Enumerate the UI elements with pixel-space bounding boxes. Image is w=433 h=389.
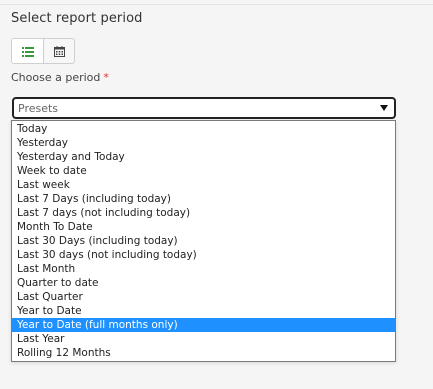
- dropdown-option[interactable]: Yesterday: [12, 136, 395, 150]
- dropdown-option[interactable]: Last week: [12, 178, 395, 192]
- dropdown-option[interactable]: Year to Date (full months only): [12, 318, 395, 332]
- dropdown-option[interactable]: Yesterday and Today: [12, 150, 395, 164]
- list-icon: [21, 42, 34, 61]
- report-period-panel: Select report period Choose a period * P…: [0, 0, 433, 389]
- dropdown-option[interactable]: Today: [12, 122, 395, 136]
- list-view-button[interactable]: [12, 39, 43, 63]
- dropdown-option[interactable]: Quarter to date: [12, 276, 395, 290]
- period-dropdown-list: Today Yesterday Yesterday and Today Week to…: [11, 120, 396, 362]
- dropdown-option[interactable]: Rolling 12 Months: [12, 346, 395, 360]
- period-field-label: Choose a period *: [11, 71, 109, 84]
- panel-title: Select report period: [11, 11, 143, 26]
- dropdown-option[interactable]: Last Year: [12, 332, 395, 346]
- top-divider: [0, 0, 433, 5]
- chevron-down-icon: [380, 105, 388, 111]
- dropdown-option[interactable]: Last 7 Days (including today): [12, 192, 395, 206]
- dropdown-option[interactable]: Year to Date: [12, 304, 395, 318]
- dropdown-option[interactable]: Month To Date: [12, 220, 395, 234]
- calendar-view-button[interactable]: [43, 39, 74, 63]
- period-select[interactable]: Presets: [12, 97, 396, 119]
- period-select-value: Presets: [18, 102, 59, 115]
- dropdown-option[interactable]: Last 7 days (not including today): [12, 206, 395, 220]
- period-label-text: Choose a period: [11, 71, 101, 84]
- required-indicator: *: [103, 71, 109, 84]
- dropdown-option[interactable]: Last Quarter: [12, 290, 395, 304]
- dropdown-option[interactable]: Last 30 days (not including today): [12, 248, 395, 262]
- dropdown-option[interactable]: Last Month: [12, 262, 395, 276]
- dropdown-options: Today Yesterday Yesterday and Today Week to…: [12, 121, 395, 360]
- dropdown-option[interactable]: Week to date: [12, 164, 395, 178]
- dropdown-option[interactable]: Last 30 Days (including today): [12, 234, 395, 248]
- calendar-icon: [53, 42, 65, 61]
- view-toggle-group: [11, 38, 75, 64]
